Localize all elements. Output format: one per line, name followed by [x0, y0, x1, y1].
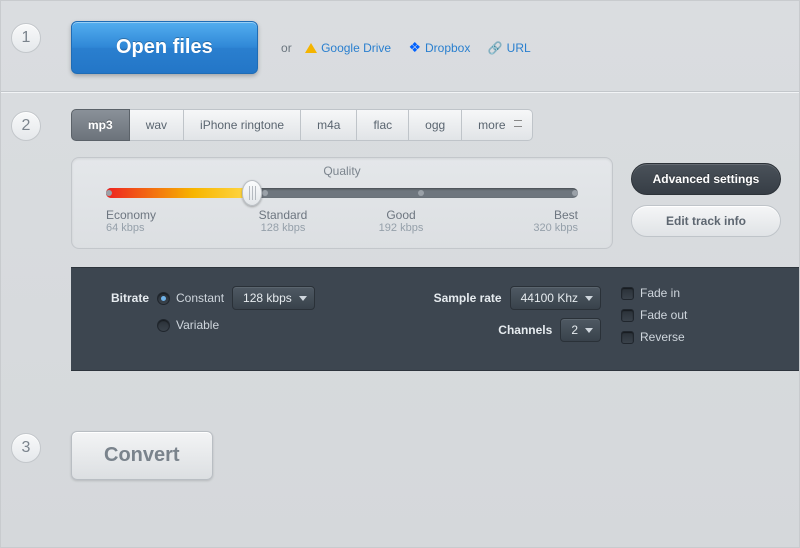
reverse-checkbox[interactable]: [621, 331, 634, 344]
quality-stop-good: [418, 190, 424, 196]
google-drive-link[interactable]: Google Drive: [305, 41, 391, 55]
format-tabs: mp3 wav iPhone ringtone m4a flac ogg mor…: [71, 109, 799, 141]
tab-more[interactable]: more: [462, 109, 532, 141]
tab-flac[interactable]: flac: [357, 109, 409, 141]
step-1-badge: 1: [11, 23, 41, 53]
dropbox-link[interactable]: ❖ Dropbox: [408, 39, 470, 56]
step-3-badge: 3: [11, 433, 41, 463]
quality-label-standard: Standard128 kbps: [224, 208, 342, 234]
fade-in-checkbox[interactable]: [621, 287, 634, 300]
google-drive-label: Google Drive: [321, 41, 391, 55]
step-2-section: 2 mp3 wav iPhone ringtone m4a flac ogg m…: [1, 93, 799, 371]
bitrate-constant-label: Constant: [176, 291, 224, 305]
tab-wav[interactable]: wav: [130, 109, 184, 141]
reverse-label: Reverse: [640, 330, 685, 344]
fade-out-label: Fade out: [640, 308, 687, 322]
dropbox-icon: ❖: [408, 39, 421, 56]
bitrate-select[interactable]: 128 kbps: [232, 286, 315, 310]
step-2-badge: 2: [11, 111, 41, 141]
quality-title: Quality: [106, 164, 578, 178]
tab-iphone-ringtone[interactable]: iPhone ringtone: [184, 109, 301, 141]
quality-slider-fill: [106, 188, 252, 198]
quality-labels: Economy64 kbps Standard128 kbps Good192 …: [106, 208, 578, 234]
url-link[interactable]: 🔗 URL: [488, 41, 531, 55]
fade-in-label: Fade in: [640, 286, 680, 300]
bitrate-variable-label: Variable: [176, 318, 219, 332]
tab-ogg[interactable]: ogg: [409, 109, 462, 141]
tab-m4a[interactable]: m4a: [301, 109, 357, 141]
quality-stop-best: [572, 190, 578, 196]
quality-label-good: Good192 kbps: [342, 208, 460, 234]
advanced-panel: Bitrate Constant 128 kbps Variable Sampl…: [71, 267, 799, 371]
advanced-settings-button[interactable]: Advanced settings: [631, 163, 781, 195]
dropbox-label: Dropbox: [425, 41, 470, 55]
channels-label: Channels: [462, 323, 552, 337]
url-label: URL: [507, 41, 531, 55]
quality-label-best: Best320 kbps: [460, 208, 578, 234]
quality-panel: Quality Economy64 kbps Standard128 kbps …: [71, 157, 613, 249]
quality-slider[interactable]: [106, 188, 578, 198]
fade-out-checkbox[interactable]: [621, 309, 634, 322]
samplerate-label: Sample rate: [412, 291, 502, 305]
quality-stop-economy: [106, 190, 112, 196]
samplerate-select[interactable]: 44100 Khz: [510, 286, 601, 310]
quality-stop-standard: [262, 190, 268, 196]
edit-track-info-button[interactable]: Edit track info: [631, 205, 781, 237]
bitrate-label: Bitrate: [111, 291, 149, 305]
tab-mp3[interactable]: mp3: [71, 109, 130, 141]
or-label: or: [281, 41, 292, 55]
step-1-section: 1 Open files or Google Drive ❖ Dropbox 🔗…: [1, 1, 799, 91]
step-3-section: 3 Convert: [1, 371, 799, 480]
quality-label-economy: Economy64 kbps: [106, 208, 224, 234]
open-files-button[interactable]: Open files: [71, 21, 258, 74]
channels-select[interactable]: 2: [560, 318, 601, 342]
convert-button[interactable]: Convert: [71, 431, 213, 480]
link-icon: 🔗: [488, 41, 503, 55]
quality-slider-thumb[interactable]: [242, 180, 262, 206]
google-drive-icon: [305, 43, 317, 53]
bitrate-variable-radio[interactable]: [157, 319, 170, 332]
side-buttons: Advanced settings Edit track info: [631, 157, 781, 249]
bitrate-constant-radio[interactable]: [157, 292, 170, 305]
